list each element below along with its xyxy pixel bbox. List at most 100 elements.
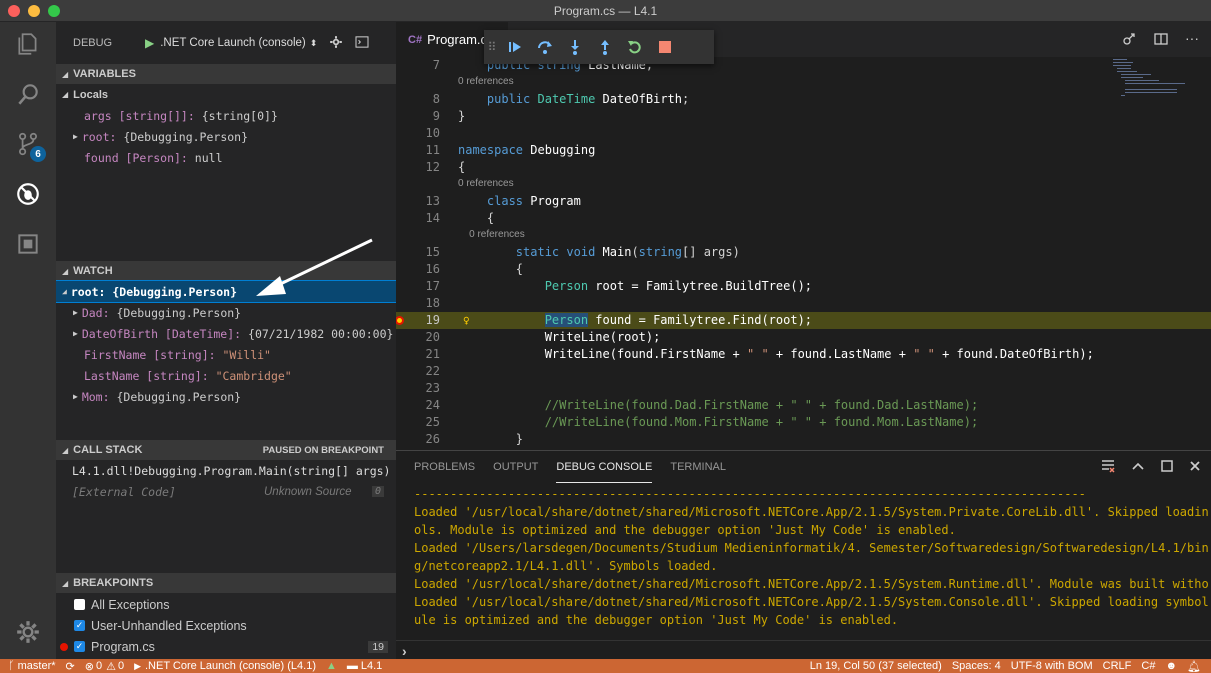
step-over-icon[interactable] <box>530 32 560 62</box>
callstack-section-header[interactable]: ◢ CALL STACK PAUSED ON BREAKPOINT <box>56 440 396 460</box>
tab-terminal[interactable]: TERMINAL <box>670 451 726 483</box>
variables-section-header[interactable]: ◢ VARIABLES <box>56 64 396 84</box>
codelens-label: 0 references <box>458 76 514 87</box>
code-line[interactable]: 25 //WriteLine(found.Mom.FirstName + " "… <box>396 414 1211 431</box>
line-number: 9 <box>432 109 440 123</box>
indentation[interactable]: Spaces: 4 <box>952 660 1001 672</box>
breakpoint-line-badge: 19 <box>368 640 388 653</box>
drag-handle-icon[interactable]: ⠿ <box>484 40 500 54</box>
watch-child-row[interactable]: FirstName [string]: "Willi" <box>56 344 396 365</box>
watch-child-row[interactable]: ▶ DateOfBirth [DateTime]: {07/21/1982 00… <box>56 323 396 344</box>
console-line: Loaded '/usr/local/share/dotnet/shared/M… <box>414 595 1209 609</box>
code-line[interactable]: 20 WriteLine(root); <box>396 329 1211 346</box>
code-line[interactable]: 26 } <box>396 431 1211 448</box>
code-line[interactable]: 21 WriteLine(found.FirstName + " " + fou… <box>396 346 1211 363</box>
variable-name: found [Person]: <box>84 150 188 165</box>
code-line[interactable]: 8 public DateTime DateOfBirth; <box>396 91 1211 108</box>
code-line[interactable]: 24 //WriteLine(found.Dad.FirstName + " "… <box>396 397 1211 414</box>
source-control-icon[interactable]: 6 <box>0 124 56 164</box>
breakpoint-row[interactable]: ✓ User-Unhandled Exceptions <box>56 615 396 636</box>
breakpoint-row[interactable]: All Exceptions <box>56 594 396 615</box>
tab-problems[interactable]: PROBLEMS <box>414 451 475 483</box>
stop-icon[interactable] <box>650 32 680 62</box>
encoding[interactable]: UTF-8 with BOM <box>1011 660 1093 672</box>
language-mode[interactable]: C# <box>1141 660 1155 672</box>
line-number: 15 <box>425 245 440 259</box>
tab-debug-console[interactable]: DEBUG CONSOLE <box>556 451 653 483</box>
chevron-up-icon[interactable] <box>1131 461 1145 471</box>
code-line-current[interactable]: ♀ 19 Person found = Familytree.Find(root)… <box>396 312 1211 329</box>
codelens-references[interactable]: 0 references <box>396 229 1211 243</box>
close-panel-icon[interactable] <box>1189 460 1201 472</box>
editor-actions: ··· <box>1121 31 1199 47</box>
console-input[interactable]: › <box>396 640 1211 660</box>
step-out-icon[interactable] <box>590 32 620 62</box>
breakpoints-section-header[interactable]: ◢ BREAKPOINTS <box>56 573 396 593</box>
codelens-references[interactable]: 0 references <box>396 76 1211 90</box>
code-line[interactable]: 15 static void Main(string[] args) <box>396 244 1211 261</box>
code-line[interactable]: 10 <box>396 125 1211 142</box>
restart-icon[interactable] <box>620 32 650 62</box>
gear-icon[interactable] <box>0 612 56 652</box>
checkbox-unchecked[interactable] <box>74 599 85 610</box>
code-line[interactable]: 14 { <box>396 210 1211 227</box>
watch-child-row[interactable]: ▶ Mom: {Debugging.Person} <box>56 386 396 407</box>
line-ending[interactable]: CRLF <box>1103 660 1132 672</box>
code-line[interactable]: 11 namespace Debugging <box>396 142 1211 159</box>
checkbox-checked[interactable]: ✓ <box>74 620 85 631</box>
code-line[interactable]: 18 <box>396 295 1211 312</box>
line-number: 20 <box>425 330 440 344</box>
feedback-smiley-icon[interactable]: ☻ <box>1165 660 1177 672</box>
locals-scope[interactable]: ◢ Locals <box>56 84 396 105</box>
open-changes-icon[interactable] <box>1121 31 1137 47</box>
debug-icon[interactable] <box>0 174 56 214</box>
checkbox-checked[interactable]: ✓ <box>74 641 85 652</box>
code-line[interactable]: 12 { <box>396 159 1211 176</box>
code-line[interactable]: 22 <box>396 363 1211 380</box>
variable-row[interactable]: ▶ root: {Debugging.Person} <box>56 126 396 147</box>
folder-indicator[interactable]: ▬ L4.1 <box>347 660 382 672</box>
more-actions-icon[interactable]: ··· <box>1185 31 1199 47</box>
tab-output[interactable]: OUTPUT <box>493 451 538 483</box>
sync-icon[interactable]: ⟳ <box>66 660 75 673</box>
code-line[interactable]: 13 class Program <box>396 193 1211 210</box>
code-line[interactable]: 17 Person root = Familytree.BuildTree(); <box>396 278 1211 295</box>
launch-label: .NET Core Launch (console) (L4.1) <box>145 660 316 672</box>
code-line[interactable]: 9} <box>396 108 1211 125</box>
branch-indicator[interactable]: ᚴ master* <box>8 660 56 672</box>
watch-child-row[interactable]: ▶ Dad: {Debugging.Person} <box>56 302 396 323</box>
step-into-icon[interactable] <box>560 32 590 62</box>
variable-value: {Debugging.Person} <box>123 129 249 144</box>
extensions-icon[interactable] <box>0 224 56 264</box>
code-text: static void Main(string[] args) <box>515 245 740 259</box>
code-text: WriteLine(found.FirstName + " " + found.… <box>544 347 1094 361</box>
gear-icon[interactable] <box>329 35 343 52</box>
breakpoint-label: User-Unhandled Exceptions <box>91 618 247 633</box>
problems-indicator[interactable]: ⊗ 0 ⚠ 0 <box>85 660 124 673</box>
maximize-panel-icon[interactable] <box>1161 460 1173 472</box>
launch-config-select[interactable]: .NET Core Launch (console) ⬍ <box>160 37 317 49</box>
collapse-triangle-icon: ◢ <box>62 90 69 99</box>
code-line[interactable]: 16 { <box>396 261 1211 278</box>
watch-title: WATCH <box>73 265 113 277</box>
stack-frame-row[interactable]: L4.1.dll!Debugging.Program.Main(string[]… <box>56 460 396 481</box>
breakpoint-row[interactable]: ✓ Program.cs 19 <box>56 636 396 657</box>
code-line[interactable]: 23 <box>396 380 1211 397</box>
debug-console-icon[interactable] <box>355 35 369 51</box>
explorer-icon[interactable] <box>0 24 56 64</box>
stack-frame-row[interactable]: [External Code] Unknown Source 0 <box>56 481 396 502</box>
variable-row[interactable]: found [Person]: null <box>56 147 396 168</box>
debug-launch-indicator[interactable]: ▶ .NET Core Launch (console) (L4.1) <box>134 660 316 672</box>
clear-console-icon[interactable] <box>1101 459 1115 473</box>
watch-child-row[interactable]: LastName [string]: "Cambridge" <box>56 365 396 386</box>
codelens-references[interactable]: 0 references <box>396 178 1211 192</box>
continue-icon[interactable] <box>500 32 530 62</box>
flame-icon[interactable]: ▲ <box>326 660 337 672</box>
search-icon[interactable] <box>0 74 56 114</box>
collapse-triangle-icon: ◢ <box>62 266 69 276</box>
notifications-bell-icon[interactable]: 🔔︎ <box>1187 660 1201 673</box>
start-debugging-icon[interactable]: ▶ <box>145 36 154 50</box>
cursor-position[interactable]: Ln 19, Col 50 (37 selected) <box>810 660 942 672</box>
split-editor-icon[interactable] <box>1153 31 1169 47</box>
variable-row[interactable]: args [string[]]: {string[0]} <box>56 105 396 126</box>
